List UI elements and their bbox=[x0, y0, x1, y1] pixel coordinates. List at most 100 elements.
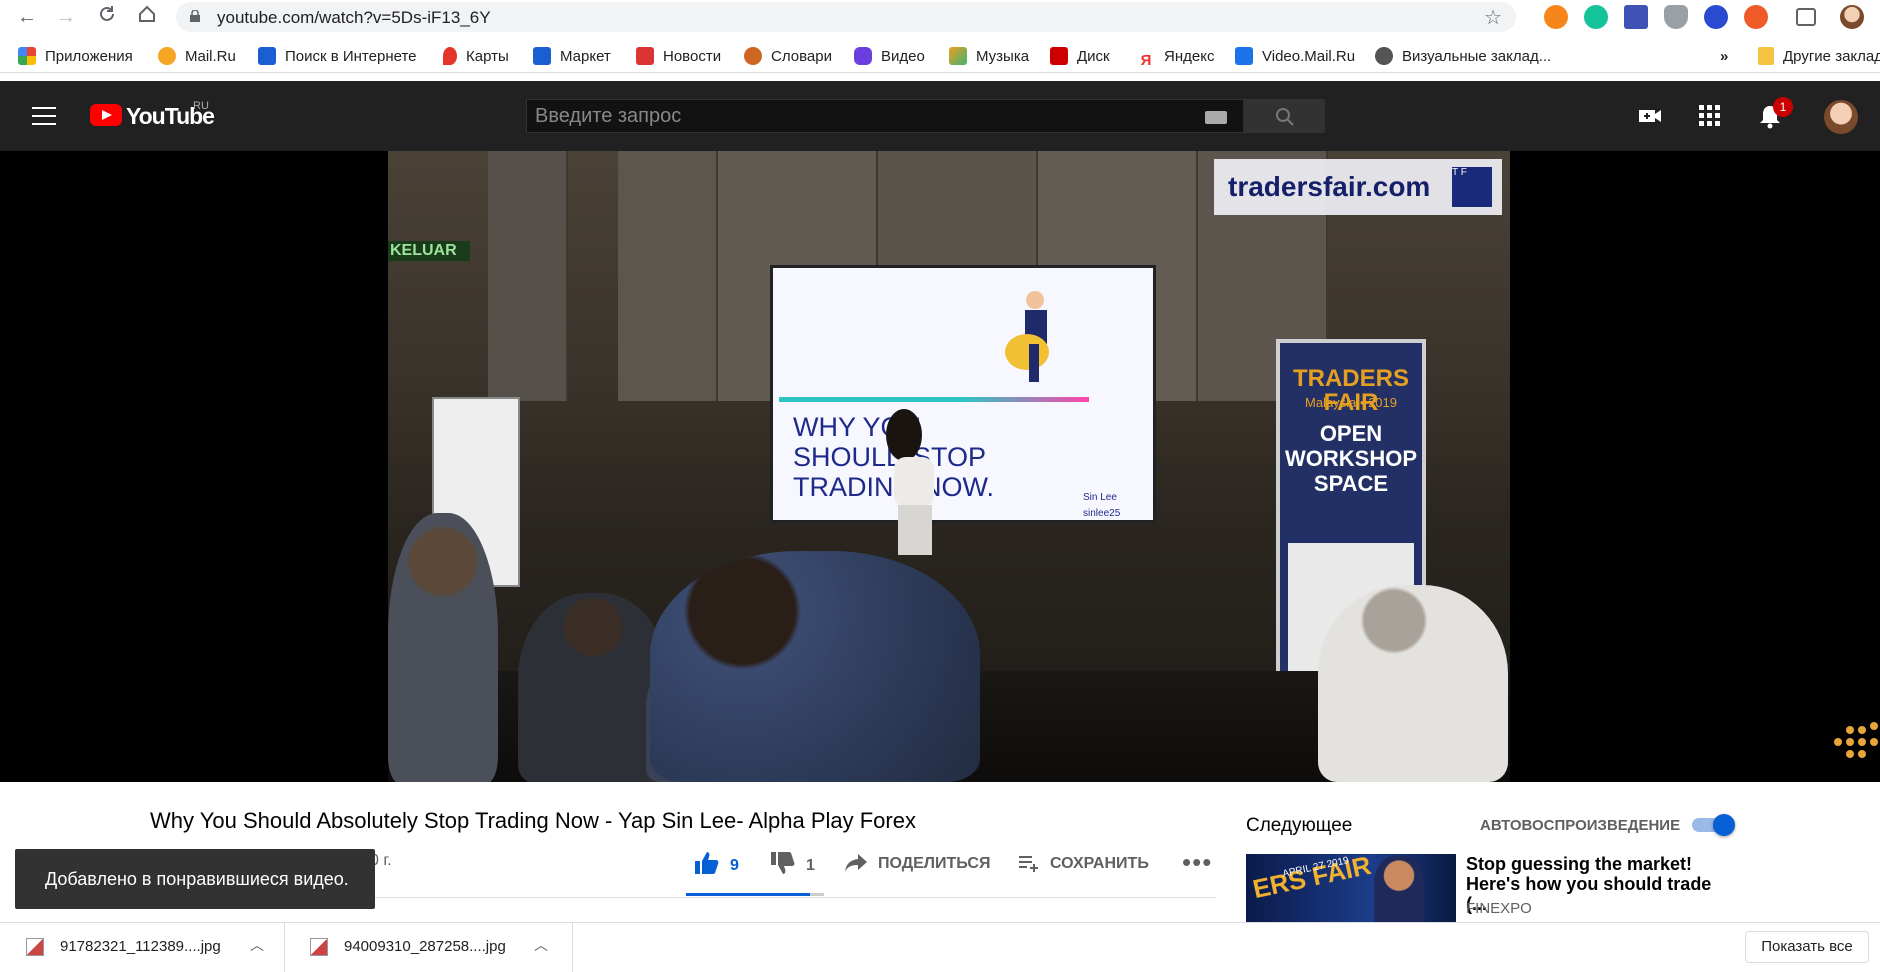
autoplay-label: АВТОВОСПРОИЗВЕДЕНИЕ bbox=[1480, 817, 1681, 834]
recommended-channel[interactable]: FINEXPO bbox=[1466, 900, 1532, 917]
create-video-icon[interactable] bbox=[1637, 103, 1663, 129]
search-button[interactable] bbox=[1244, 99, 1325, 133]
bookmark-disk[interactable]: Диск bbox=[1050, 46, 1110, 68]
speaker-figure bbox=[874, 407, 954, 557]
bookmark-videomail[interactable]: Video.Mail.Ru bbox=[1235, 46, 1355, 68]
folder-icon bbox=[1758, 47, 1774, 65]
address-bar[interactable]: youtube.com/watch?v=5Ds-iF13_6Y ☆ bbox=[176, 2, 1516, 32]
toast-message: Добавлено в понравившиеся видео. bbox=[45, 869, 349, 889]
bookmark-music[interactable]: Музыка bbox=[949, 46, 1029, 68]
screen-accent-line bbox=[779, 397, 1089, 402]
bookmark-dictionary[interactable]: Словари bbox=[744, 46, 832, 68]
profile-avatar[interactable] bbox=[1840, 5, 1864, 29]
audience-member bbox=[388, 513, 498, 782]
bookmark-yandex[interactable]: Я Яндекс bbox=[1137, 46, 1215, 69]
grammarly-extension-icon[interactable] bbox=[1584, 5, 1608, 29]
like-button[interactable]: 9 bbox=[694, 851, 739, 877]
more-actions-icon[interactable]: ••• bbox=[1182, 849, 1212, 875]
menu-icon[interactable] bbox=[32, 107, 56, 125]
bookmark-video[interactable]: Видео bbox=[854, 46, 925, 68]
share-icon bbox=[845, 854, 867, 872]
notification-badge: 1 bbox=[1773, 97, 1793, 117]
reading-list-icon[interactable] bbox=[1796, 8, 1816, 26]
lock-icon bbox=[190, 10, 200, 22]
bookmark-label: Mail.Ru bbox=[185, 48, 236, 65]
extension-icon[interactable] bbox=[1744, 5, 1768, 29]
videomail-icon bbox=[1235, 47, 1253, 65]
bookmark-label: Визуальные заклад... bbox=[1402, 48, 1552, 65]
toast-notification: Добавлено в понравившиеся видео. bbox=[15, 849, 375, 909]
bookmark-apps[interactable]: Приложения bbox=[18, 46, 133, 68]
shield-extension-icon[interactable] bbox=[1664, 5, 1688, 29]
watermark-logo: T F bbox=[1452, 167, 1492, 207]
youtube-logo-icon[interactable] bbox=[90, 104, 122, 126]
globe-icon bbox=[1375, 47, 1393, 65]
metamask-extension-icon[interactable] bbox=[1544, 5, 1568, 29]
playlist-add-icon bbox=[1019, 856, 1038, 872]
extension-dots-icon[interactable] bbox=[1834, 722, 1880, 762]
home-icon[interactable] bbox=[134, 4, 160, 30]
extension-icon[interactable] bbox=[1624, 5, 1648, 29]
audience-member bbox=[1318, 585, 1508, 782]
wall-panel bbox=[488, 151, 568, 401]
share-label: ПОДЕЛИТЬСЯ bbox=[878, 855, 991, 872]
download-item[interactable]: 94009310_287258....jpg ︿ bbox=[288, 923, 573, 972]
apps-grid-icon[interactable] bbox=[1697, 103, 1723, 129]
bookmark-maps[interactable]: Карты bbox=[443, 46, 509, 68]
screen-handle-instagram: sinlee25 bbox=[1083, 508, 1121, 519]
dislike-button[interactable]: 1 bbox=[770, 851, 815, 877]
download-item[interactable]: 91782321_112389....jpg ︿ bbox=[0, 923, 285, 972]
forward-arrow-icon[interactable]: → bbox=[53, 4, 79, 30]
bookmark-news[interactable]: Новости bbox=[636, 46, 721, 68]
search-input[interactable]: Введите запрос bbox=[526, 99, 1244, 133]
chevron-up-icon[interactable]: ︿ bbox=[534, 935, 548, 955]
bookmark-search[interactable]: Поиск в Интернете bbox=[258, 46, 417, 68]
search-icon bbox=[1276, 108, 1294, 126]
banner-subtitle: Malaysia • 2019 bbox=[1305, 395, 1397, 410]
download-filename: 94009310_287258....jpg bbox=[344, 938, 506, 955]
news-icon bbox=[636, 47, 654, 65]
share-button[interactable]: ПОДЕЛИТЬСЯ bbox=[844, 851, 990, 877]
reload-icon[interactable] bbox=[94, 4, 120, 30]
save-button[interactable]: СОХРАНИТЬ bbox=[1018, 851, 1149, 877]
disk-icon bbox=[1050, 47, 1068, 65]
video-title: Why You Should Absolutely Stop Trading N… bbox=[150, 808, 916, 833]
cart-icon bbox=[533, 47, 551, 65]
bookmark-label: Словари bbox=[771, 48, 832, 65]
wall-panel bbox=[618, 151, 718, 401]
screen-handle-facebook: Sin Lee bbox=[1083, 492, 1117, 503]
show-all-downloads-button[interactable]: Показать все bbox=[1745, 931, 1869, 963]
vpn-extension-icon[interactable] bbox=[1704, 5, 1728, 29]
bookmarks-bar: Приложения Mail.Ru Поиск в Интернете Кар… bbox=[0, 40, 1880, 73]
up-next-label: Следующее bbox=[1246, 815, 1353, 836]
bookmark-label: Новости bbox=[663, 48, 722, 65]
other-bookmarks[interactable]: Другие закладки bbox=[1758, 46, 1880, 68]
bookmark-market[interactable]: Маркет bbox=[533, 46, 611, 68]
back-arrow-icon[interactable]: ← bbox=[14, 4, 40, 30]
url-text[interactable]: youtube.com/watch?v=5Ds-iF13_6Y bbox=[217, 8, 491, 28]
banner-main-text: OPEN WORKSHOP SPACE bbox=[1285, 421, 1417, 496]
bookmarks-overflow-chevron[interactable]: » bbox=[1720, 46, 1728, 68]
presentation-illustration bbox=[1003, 286, 1073, 386]
watermark-text: tradersfair.com bbox=[1228, 171, 1431, 202]
dictionary-icon bbox=[744, 47, 762, 65]
apps-grid-icon bbox=[18, 47, 36, 65]
video-player[interactable]: KELUAR WHY YOU SHOULD STOP TRADING NOW. … bbox=[388, 151, 1510, 782]
keyboard-icon[interactable] bbox=[1205, 111, 1227, 124]
account-avatar[interactable] bbox=[1824, 100, 1858, 134]
bookmark-label: Другие закладки bbox=[1783, 48, 1880, 65]
image-file-icon bbox=[26, 938, 44, 956]
autoplay-toggle-knob[interactable] bbox=[1713, 814, 1735, 836]
tradersfair-watermark: tradersfair.com T F bbox=[1214, 159, 1502, 215]
recommended-thumbnail[interactable]: ERS FAIR APRIL 27 2019 bbox=[1246, 854, 1456, 924]
youtube-header: YouTube RU Введите запрос 1 bbox=[0, 81, 1880, 151]
search-icon bbox=[258, 47, 276, 65]
like-ratio-bar bbox=[686, 893, 824, 896]
bookmark-label: Приложения bbox=[45, 48, 133, 65]
browser-toolbar: ← → youtube.com/watch?v=5Ds-iF13_6Y ☆ bbox=[0, 0, 1880, 34]
bookmark-star-icon[interactable]: ☆ bbox=[1484, 5, 1502, 30]
chevron-up-icon[interactable]: ︿ bbox=[250, 935, 264, 955]
bookmark-mailru[interactable]: Mail.Ru bbox=[158, 46, 236, 68]
foreground-man bbox=[650, 551, 980, 782]
bookmark-visual[interactable]: Визуальные заклад... bbox=[1375, 46, 1551, 68]
